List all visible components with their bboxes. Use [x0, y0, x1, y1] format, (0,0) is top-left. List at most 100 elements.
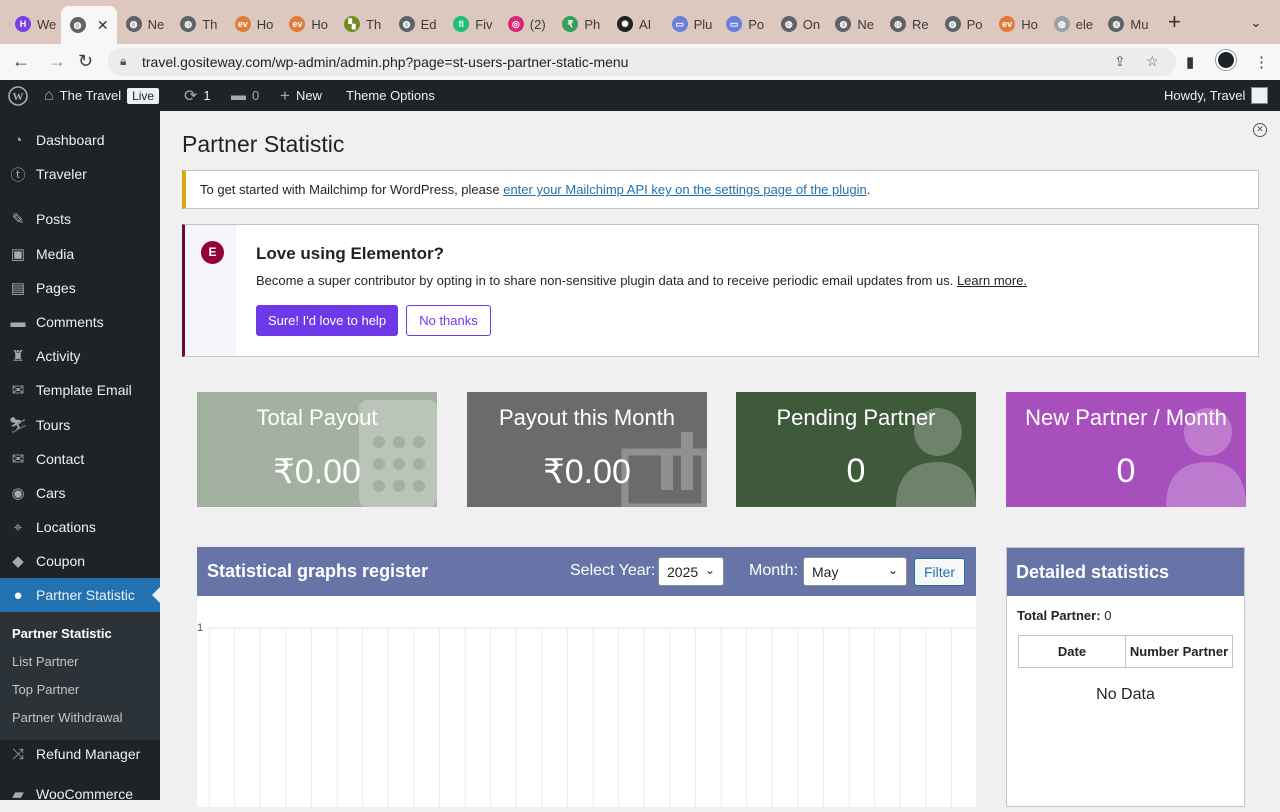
address-bar[interactable]: 🔒︎ travel.gositeway.com/wp-admin/admin.p… — [108, 48, 1176, 76]
globe-icon: ◍ — [398, 16, 415, 32]
browser-tab[interactable]: ◍ Mu — [1099, 8, 1154, 40]
no-thanks-button[interactable]: No thanks — [406, 305, 491, 336]
updates-link[interactable]: ⟳ 1 — [184, 80, 211, 111]
browser-tab[interactable]: ◍ Po — [936, 8, 991, 40]
theme-options-link[interactable]: Theme Options — [346, 80, 435, 111]
sidebar-item-tours[interactable]: ⛷ Tours — [0, 408, 160, 442]
sidebar-item-posts[interactable]: ✎ Posts — [0, 202, 160, 236]
sidebar-item-label: Posts — [36, 211, 72, 227]
browser-toolbar: ← → ↻ 🔒︎ travel.gositeway.com/wp-admin/a… — [0, 44, 1280, 80]
tab-close-icon[interactable]: ✕ — [97, 17, 109, 34]
mailchimp-settings-link[interactable]: enter your Mailchimp API key on the sett… — [503, 182, 867, 197]
browser-tab[interactable]: ev Ho — [226, 8, 281, 40]
sidebar-item-refund-manager[interactable]: ⤨ Refund Manager — [0, 737, 160, 771]
submenu-partner-statistic[interactable]: Partner Statistic — [12, 626, 112, 641]
wordpress-logo-icon[interactable]: W — [8, 80, 28, 111]
browser-tab[interactable]: ▚ Th — [335, 8, 390, 40]
submenu-top-partner[interactable]: Top Partner — [12, 682, 79, 697]
browser-tab[interactable]: ✺ AI — [608, 8, 663, 40]
graph-title: Statistical graphs register — [207, 561, 429, 581]
tab-search-icon[interactable]: ⌄ — [1250, 14, 1262, 31]
pin-icon: ✎ — [11, 211, 25, 228]
graph-area: 1 — [197, 596, 978, 807]
browser-tab[interactable]: ▭ Po — [717, 8, 772, 40]
share-icon[interactable]: ⇪ — [1114, 53, 1126, 70]
sidebar-item-cars[interactable]: ◉ Cars — [0, 476, 160, 510]
forward-icon[interactable]: → — [48, 50, 66, 72]
learn-more-link[interactable]: Learn more. — [957, 273, 1027, 288]
month-select[interactable]: May ⌄ — [803, 557, 907, 586]
card-value: 0 — [1116, 452, 1136, 490]
elementor-notice-sidebar: E — [185, 225, 236, 356]
my-account-link[interactable]: Howdy, Travel — [1164, 80, 1269, 111]
sidebar-item-comments[interactable]: ▬ Comments — [0, 305, 160, 339]
browser-tab[interactable]: ◍ On — [772, 8, 827, 40]
lock-icon[interactable]: 🔒︎ — [120, 54, 126, 69]
reload-icon[interactable]: ↻ — [78, 50, 93, 72]
browser-tab[interactable]: ₹ Ph — [553, 8, 608, 40]
woo-icon: ▰ — [12, 786, 24, 803]
browser-tab[interactable]: ◍ Ne — [117, 8, 172, 40]
sidebar-item-template-email[interactable]: ✉ Template Email — [0, 373, 160, 407]
mailchimp-notice-suffix: . — [866, 182, 871, 197]
opt-in-button[interactable]: Sure! I'd love to help — [256, 305, 398, 336]
comment-icon: ▬ — [231, 87, 246, 104]
side-panel-icon[interactable]: ▮ — [1186, 53, 1194, 71]
month-label: Month: — [749, 562, 798, 579]
detail-table: Date Number Partner — [1018, 635, 1233, 668]
tab-label: We — [37, 16, 57, 32]
browser-tab[interactable]: ◍ Ne — [826, 8, 881, 40]
close-icon[interactable]: ✕ — [1253, 123, 1267, 137]
comments-link[interactable]: ▬ 0 — [231, 80, 259, 111]
contact-icon: ✉ — [11, 451, 25, 468]
activity-icon: ♜ — [11, 348, 25, 365]
elementor-logo-icon: E — [201, 241, 224, 264]
new-tab-button[interactable]: + — [1168, 11, 1181, 33]
browser-tab[interactable]: fi Fiv — [444, 8, 499, 40]
profile-avatar[interactable] — [1216, 50, 1236, 70]
submenu-partner-withdrawal[interactable]: Partner Withdrawal — [12, 710, 123, 725]
browser-tab[interactable]: ▭ Plu — [663, 8, 718, 40]
pages-icon: ▤ — [10, 280, 26, 297]
year-select[interactable]: 2025 ⌄ — [658, 557, 724, 586]
cars-icon: ◉ — [11, 485, 25, 502]
detail-title: Detailed statistics — [1007, 548, 1244, 596]
browser-tab[interactable]: ◍ ele — [1045, 8, 1100, 40]
new-partner-month-card: New Partner / Month 0 — [1006, 392, 1246, 507]
globe-icon: ◍ — [780, 16, 797, 32]
screen-icon: ▭ — [671, 16, 688, 32]
sidebar-item-traveler[interactable]: ⓣ Traveler — [0, 157, 160, 191]
browser-tab[interactable]: H We — [6, 8, 61, 40]
tab-label: Ed — [420, 16, 437, 32]
page-title: Partner Statistic — [182, 131, 345, 157]
filter-button[interactable]: Filter — [914, 558, 965, 586]
sidebar-item-contact[interactable]: ✉ Contact — [0, 442, 160, 476]
ev-icon: ev — [289, 16, 306, 32]
browser-tab[interactable]: ev Ho — [990, 8, 1045, 40]
globe-icon: ◍ — [125, 16, 142, 32]
sidebar-item-woocommerce[interactable]: ▰ WooCommerce — [0, 777, 160, 811]
new-content-link[interactable]: + New — [280, 80, 322, 111]
sidebar-item-partner-statistic[interactable]: ● Partner Statistic — [0, 578, 160, 612]
sidebar-item-locations[interactable]: ⌖ Locations — [0, 510, 160, 544]
tab-label: Po — [748, 16, 765, 32]
browser-tab[interactable]: ◎ (2) — [499, 8, 554, 40]
browser-tab[interactable]: ◍ Re — [881, 8, 936, 40]
sidebar-item-label: Contact — [36, 451, 85, 467]
sidebar-item-activity[interactable]: ♜ Activity — [0, 339, 160, 373]
browser-tab[interactable]: ◍ ✕ — [60, 6, 117, 44]
sidebar-item-coupon[interactable]: ◆ Coupon — [0, 544, 160, 578]
browser-tab[interactable]: ◍ Ed — [390, 8, 445, 40]
openai-icon: ✺ — [617, 16, 633, 32]
bookmark-star-icon[interactable]: ☆ — [1146, 53, 1159, 70]
more-menu-icon[interactable]: ⋮ — [1254, 53, 1269, 71]
sidebar-item-dashboard[interactable]: ◔ Dashboard — [0, 123, 160, 157]
sidebar-item-media[interactable]: ▣ Media — [0, 237, 160, 271]
site-name-link[interactable]: ⌂ The Travel Live — [44, 80, 160, 111]
back-icon[interactable]: ← — [12, 50, 30, 72]
browser-tab[interactable]: ◍ Th — [171, 8, 226, 40]
browser-tab[interactable]: ev Ho — [280, 8, 335, 40]
submenu-list-partner[interactable]: List Partner — [12, 654, 78, 669]
sidebar-item-pages[interactable]: ▤ Pages — [0, 271, 160, 305]
card-title: Pending Partner — [776, 405, 936, 430]
